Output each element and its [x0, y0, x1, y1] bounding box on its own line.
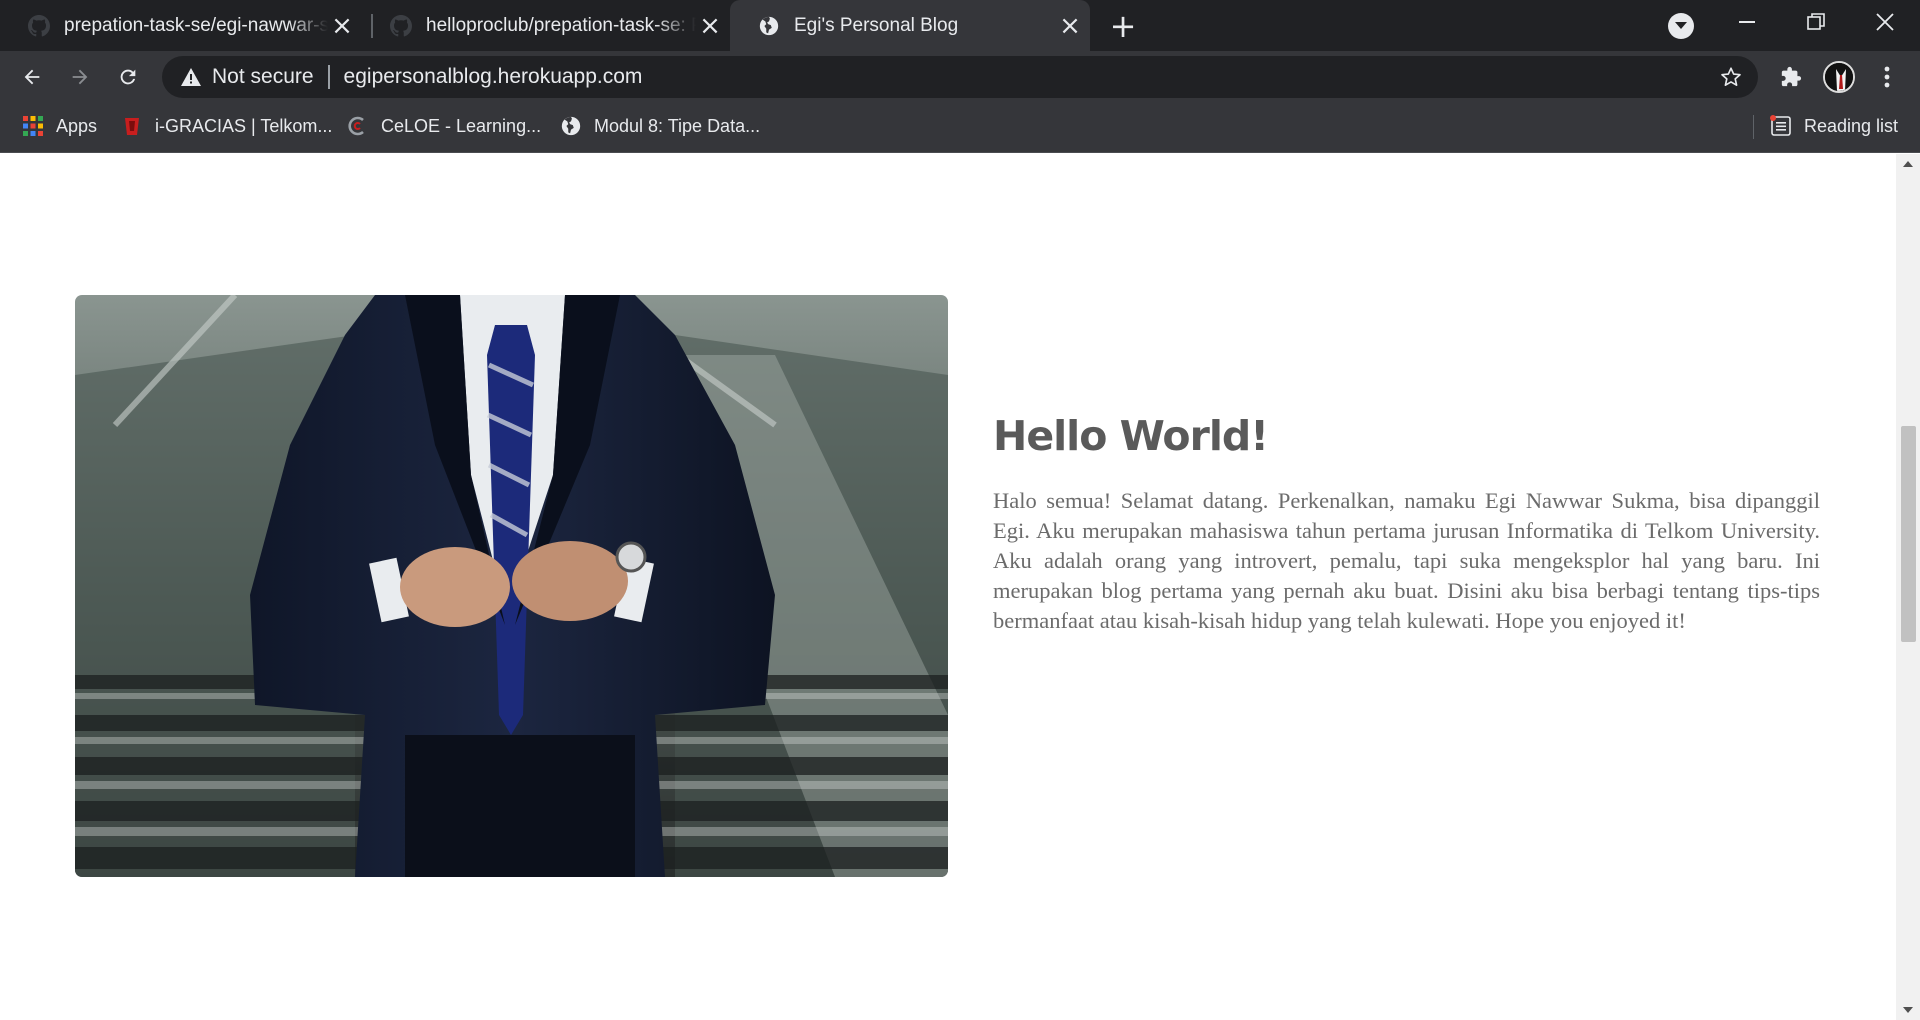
celoe-icon — [347, 115, 369, 137]
new-tab-button[interactable]: + — [1106, 7, 1140, 45]
vertical-scrollbar[interactable] — [1896, 154, 1920, 1020]
browser-toolbar: Not secure egipersonalblog.herokuapp.com — [0, 51, 1920, 103]
bookmark-label: Modul 8: Tipe Data... — [594, 115, 761, 136]
restore-icon[interactable] — [1786, 0, 1846, 44]
tab-egi-personal-blog[interactable]: Egi's Personal Blog × — [730, 0, 1090, 51]
tab-title: prepation-task-se/egi-nawwar-sukma — [64, 14, 328, 36]
apps-grid-icon — [22, 115, 44, 137]
tab-github-helloproclub[interactable]: helloproclub/prepation-task-se: Prepatio… — [362, 0, 730, 51]
bookmark-modul8[interactable]: Modul 8: Tipe Data... — [560, 103, 760, 149]
security-label[interactable]: Not secure — [212, 65, 314, 89]
divider — [1753, 115, 1754, 139]
globe-icon — [560, 115, 582, 137]
intro-paragraph: Halo semua! Selamat datang. Perkenalkan,… — [993, 488, 1820, 633]
reading-list-label: Reading list — [1804, 115, 1899, 136]
intro-section: Hello World! Halo semua! Selamat datang.… — [993, 412, 1820, 636]
telkom-icon — [121, 115, 143, 137]
page-title: Hello World! — [993, 412, 1269, 460]
github-icon — [390, 14, 412, 37]
scroll-up-arrow-icon[interactable] — [1896, 154, 1920, 174]
tab-title: Egi's Personal Blog — [794, 14, 959, 36]
bookmarks-bar: Apps i-GRACIAS | Telkom... CeLOE - Learn… — [0, 103, 1920, 153]
bookmark-celoe[interactable]: CeLOE - Learning... — [347, 103, 541, 149]
bookmark-label: Apps — [56, 115, 98, 136]
minimize-icon[interactable] — [1717, 0, 1777, 44]
tab-strip: prepation-task-se/egi-nawwar-sukma × hel… — [0, 0, 1920, 51]
scroll-down-arrow-icon[interactable] — [1896, 1000, 1920, 1020]
url-text[interactable]: egipersonalblog.herokuapp.com — [344, 65, 643, 89]
bookmark-apps[interactable]: Apps — [22, 103, 97, 149]
avatar — [1823, 61, 1855, 93]
man-in-suit-photo — [75, 295, 948, 877]
warning-icon[interactable] — [180, 66, 202, 88]
bookmark-igracias[interactable]: i-GRACIAS | Telkom... — [121, 103, 332, 149]
divider — [327, 65, 330, 89]
back-button[interactable] — [12, 57, 52, 97]
reading-list-button[interactable]: Reading list — [1770, 103, 1898, 149]
bookmark-label: i-GRACIAS | Telkom... — [155, 115, 333, 136]
globe-icon — [758, 15, 780, 37]
reload-button[interactable] — [108, 57, 148, 97]
bookmark-star-icon[interactable] — [1718, 64, 1744, 90]
extensions-icon[interactable] — [1771, 57, 1811, 97]
github-icon — [28, 14, 50, 37]
forward-button[interactable] — [60, 57, 100, 97]
tab-title: helloproclub/prepation-task-se: Prepatio… — [426, 14, 696, 36]
bookmark-label: CeLOE - Learning... — [381, 115, 542, 136]
close-window-icon[interactable] — [1855, 0, 1915, 44]
reading-list-icon — [1770, 115, 1792, 137]
tab-search-icon[interactable] — [1668, 13, 1694, 39]
address-bar[interactable]: Not secure egipersonalblog.herokuapp.com — [162, 56, 1758, 98]
tab-github-egi[interactable]: prepation-task-se/egi-nawwar-sukma × — [0, 0, 362, 51]
scrollbar-thumb[interactable] — [1901, 426, 1916, 642]
profile-avatar[interactable] — [1819, 57, 1859, 97]
page-viewport: Hello World! Halo semua! Selamat datang.… — [0, 154, 1896, 1020]
menu-kebab-icon[interactable] — [1867, 57, 1907, 97]
close-tab-icon[interactable]: × — [696, 11, 724, 41]
close-tab-icon[interactable]: × — [1056, 11, 1084, 41]
close-tab-icon[interactable]: × — [328, 11, 356, 41]
